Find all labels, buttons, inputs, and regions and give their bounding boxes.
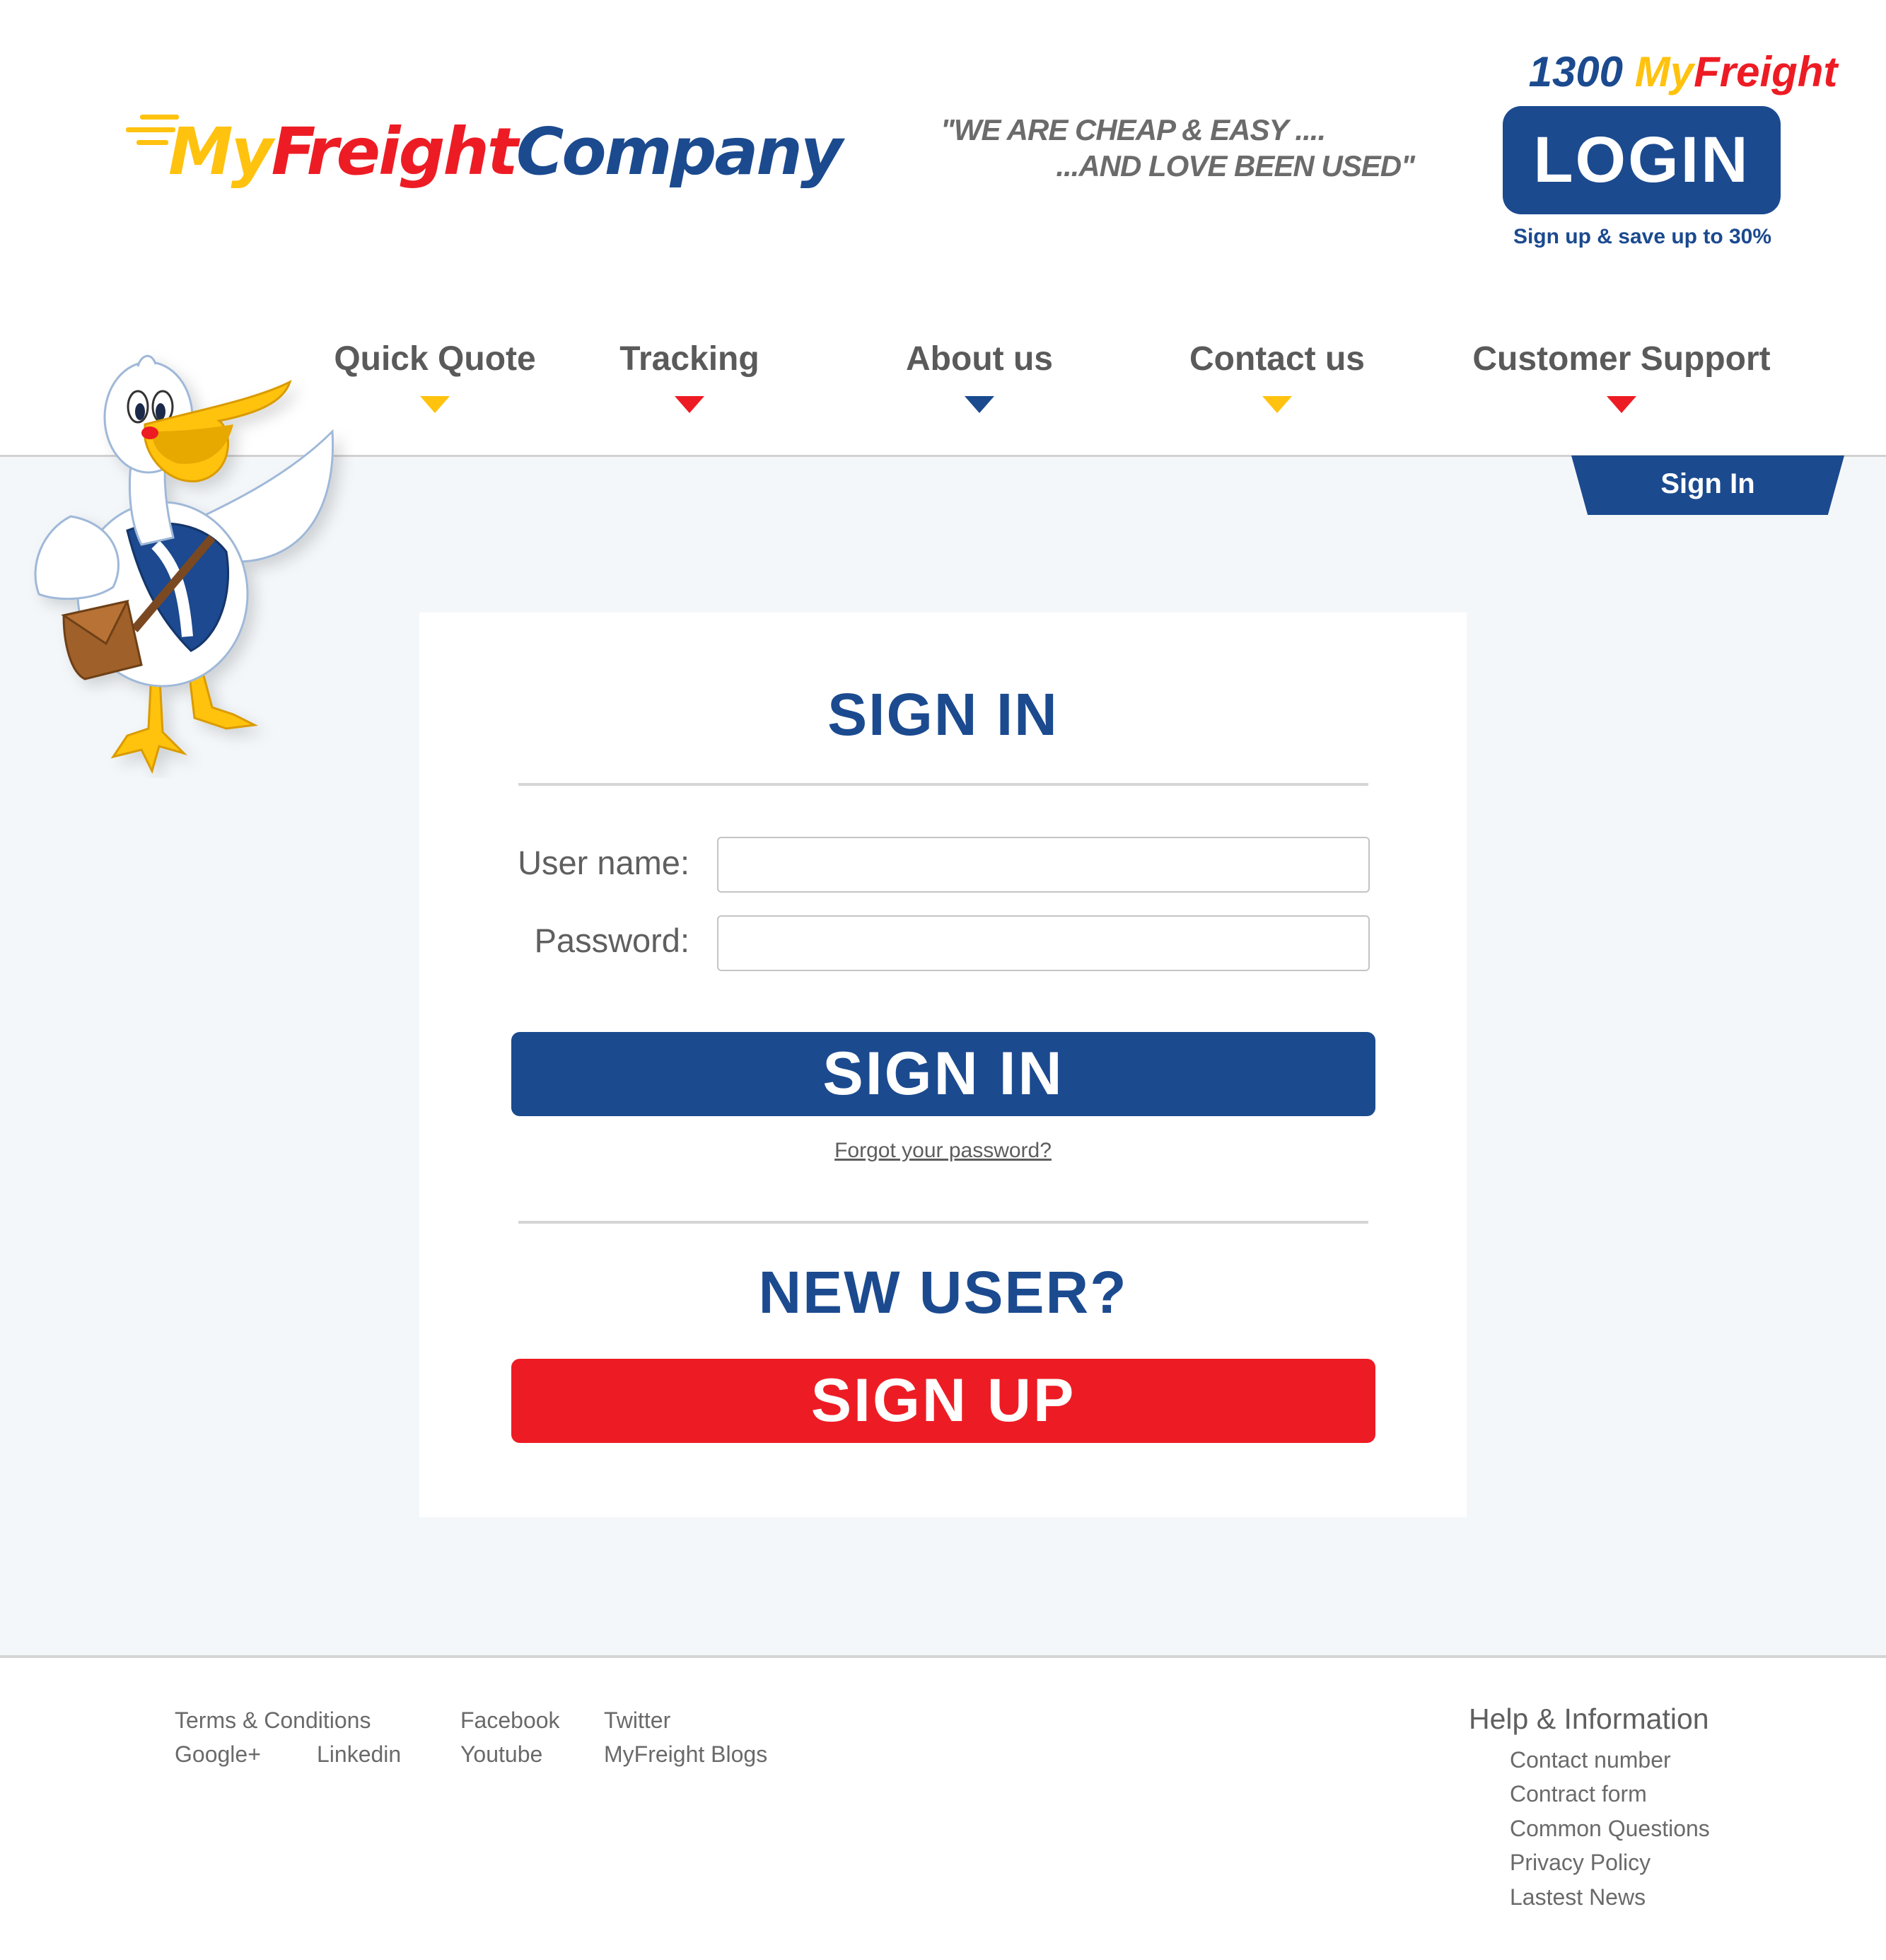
nav-contact-us[interactable]: Contact us [1158,332,1396,424]
dropdown-arrow-icon [420,396,450,413]
logo-company: Company [516,114,843,190]
footer-link-facebook[interactable]: Facebook [460,1705,560,1736]
footer-link-google-plus[interactable]: Google+ [175,1739,261,1770]
username-label: User name: [518,844,689,881]
company-logo[interactable]: MyFreightCompany [119,106,843,198]
username-field[interactable] [717,837,1370,893]
nav-customer-support[interactable]: Customer Support [1459,332,1784,424]
help-link-privacy-policy[interactable]: Privacy Policy [1510,1847,1651,1878]
dropdown-arrow-icon [965,396,994,413]
footer-link-blogs[interactable]: MyFreight Blogs [604,1739,767,1770]
signup-button[interactable]: SIGN UP [511,1359,1375,1443]
nav-label: About us [906,340,1053,378]
phone-my: My [1634,48,1694,95]
help-link-contact-number[interactable]: Contact number [1510,1744,1671,1775]
nav-label: Customer Support [1472,340,1771,378]
footer-link-terms[interactable]: Terms & Conditions [175,1705,371,1736]
dropdown-arrow-icon [675,396,704,413]
nav-label: Quick Quote [334,340,536,378]
help-link-common-questions[interactable]: Common Questions [1510,1813,1710,1844]
phone-digits: 1300 [1528,48,1624,95]
new-user-heading: NEW USER? [758,1259,1128,1326]
slogan-line-1: "WE ARE CHEAP & EASY .... [941,113,1326,146]
signin-tab[interactable]: Sign In [1571,456,1844,515]
forgot-password-link[interactable]: Forgot your password? [419,1135,1467,1167]
card-divider-top [518,783,1368,786]
dropdown-arrow-icon [1262,396,1292,413]
card-divider-bottom [518,1221,1368,1224]
help-link-contract-form[interactable]: Contract form [1510,1778,1647,1809]
signin-submit-button[interactable]: SIGN IN [511,1032,1375,1116]
nav-label: Tracking [619,340,759,378]
logo-my: My [168,114,274,190]
dropdown-arrow-icon [1607,396,1636,413]
login-button[interactable]: LOGIN [1503,106,1781,214]
password-label: Password: [534,922,689,959]
slogan: "WE ARE CHEAP & EASY .... ...AND LOVE BE… [849,112,1415,184]
pelican-mascot-icon [34,354,334,775]
footer-link-linkedin[interactable]: Linkedin [317,1739,401,1770]
nav-tracking[interactable]: Tracking [596,332,783,424]
nav-about-us[interactable]: About us [875,332,1083,424]
help-link-latest-news[interactable]: Lastest News [1510,1881,1646,1913]
nav-label: Contact us [1189,340,1365,378]
nav-quick-quote[interactable]: Quick Quote [324,332,546,424]
logo-freight: Freight [271,114,518,190]
footer-link-youtube[interactable]: Youtube [460,1739,542,1770]
signup-promo-link[interactable]: Sign up & save up to 30% [1474,221,1810,253]
slogan-line-2: ...AND LOVE BEEN USED" [1056,149,1415,182]
footer-divider [0,1655,1886,1658]
footer-link-twitter[interactable]: Twitter [604,1705,670,1736]
password-field[interactable] [717,915,1370,971]
logo-wordmark: MyFreightCompany [168,106,843,198]
help-info-title: Help & Information [1469,1703,1709,1735]
signin-heading: SIGN IN [827,681,1059,748]
phone-number[interactable]: 1300 MyFreight [1485,44,1881,100]
phone-freight: Freight [1694,48,1838,95]
